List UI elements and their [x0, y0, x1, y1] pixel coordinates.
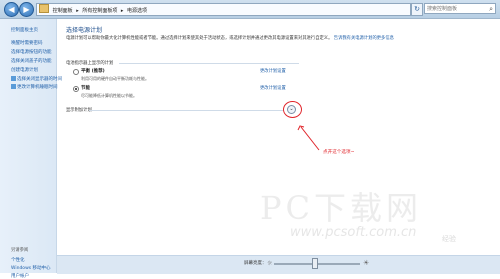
sun-small-icon: ☼ — [267, 260, 273, 267]
watermark-title: PC下载网 — [260, 189, 423, 227]
annotation-text: 点开这个选项~ — [323, 150, 355, 155]
sidebar-item-user-accounts[interactable]: 用户帐户 — [11, 273, 29, 279]
watermark-logo: 经验 — [442, 235, 456, 243]
annotation-arrow — [297, 125, 320, 151]
footer-bar: 屏幕亮度： ☼ ☀ — [57, 255, 500, 274]
sun-large-icon: ☀ — [363, 259, 370, 267]
brightness-label: 屏幕亮度： — [244, 261, 267, 266]
brightness-slider-thumb[interactable] — [312, 258, 319, 269]
watermark-url: www.pcsoft.com.cn — [290, 225, 417, 240]
